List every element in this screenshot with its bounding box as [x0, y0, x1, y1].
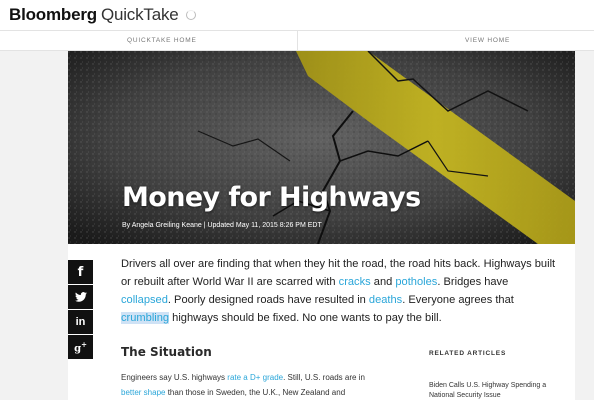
intro-text-2: and — [370, 276, 396, 288]
google-plus-share-button[interactable]: g+ — [68, 335, 93, 359]
situation-text-2: . Still, U.S. roads are in — [283, 373, 365, 382]
view-home-link[interactable]: VIEW HOME — [465, 37, 510, 44]
quicktake-home-link[interactable]: QUICKTAKE HOME — [127, 37, 197, 44]
facebook-share-button[interactable]: f — [68, 260, 93, 284]
collapsed-link[interactable]: collapsed — [121, 294, 168, 306]
facebook-icon: f — [77, 264, 84, 280]
google-plus-icon: g+ — [74, 339, 87, 355]
linkedin-share-button[interactable]: in — [68, 310, 93, 334]
intro-text-3: . Bridges have — [437, 276, 509, 288]
related-article-link[interactable]: Biden Calls U.S. Highway Spending a Nati… — [429, 381, 559, 400]
related-articles-heading: RELATED ARTICLES — [429, 350, 507, 357]
right-gutter — [575, 51, 594, 400]
article-byline: By Angela Greiling Keane | Updated May 1… — [122, 222, 322, 229]
intro-text-6: highways should be fixed. No one wants t… — [169, 312, 442, 324]
twitter-share-button[interactable] — [68, 285, 93, 309]
situation-text-1: Engineers say U.S. highways — [121, 373, 228, 382]
asphalt-road-image — [68, 51, 575, 244]
twitter-icon — [74, 292, 87, 302]
linkedin-icon: in — [75, 316, 86, 328]
brand-secondary: QuickTake — [100, 5, 179, 24]
loading-spinner-icon — [185, 10, 196, 20]
article-title: Money for Highways — [122, 182, 421, 213]
cracks-link[interactable]: cracks — [339, 276, 371, 288]
nav-bar: QUICKTAKE HOME VIEW HOME — [0, 30, 594, 52]
left-gutter — [0, 51, 68, 400]
intro-text-4: . Poorly designed roads have resulted in — [167, 294, 369, 306]
nav-divider — [297, 31, 298, 52]
potholes-link[interactable]: potholes — [395, 276, 437, 288]
byline-text: By Angela Greiling Keane | Updated May 1… — [122, 222, 322, 229]
top-bar: Bloomberg QuickTake — [0, 0, 594, 30]
situation-paragraph: Engineers say U.S. highways rate a D+ gr… — [121, 371, 381, 400]
crumbling-link[interactable]: crumbling — [121, 312, 170, 324]
section-title-situation: The Situation — [121, 345, 212, 359]
grade-link[interactable]: rate a D+ grade — [227, 373, 283, 382]
shape-link[interactable]: better shape — [121, 388, 165, 397]
hero-banner: Money for Highways — [68, 51, 575, 244]
bloomberg-quicktake-logo[interactable]: Bloomberg QuickTake — [9, 5, 196, 25]
situation-text-3: than those in Sweden, the U.K., New Zeal… — [165, 387, 346, 397]
intro-text-5: . Everyone agrees that — [402, 294, 514, 306]
brand-primary: Bloomberg — [9, 5, 97, 24]
deaths-link[interactable]: deaths — [369, 294, 402, 306]
intro-paragraph: Drivers all over are finding that when t… — [121, 255, 561, 327]
